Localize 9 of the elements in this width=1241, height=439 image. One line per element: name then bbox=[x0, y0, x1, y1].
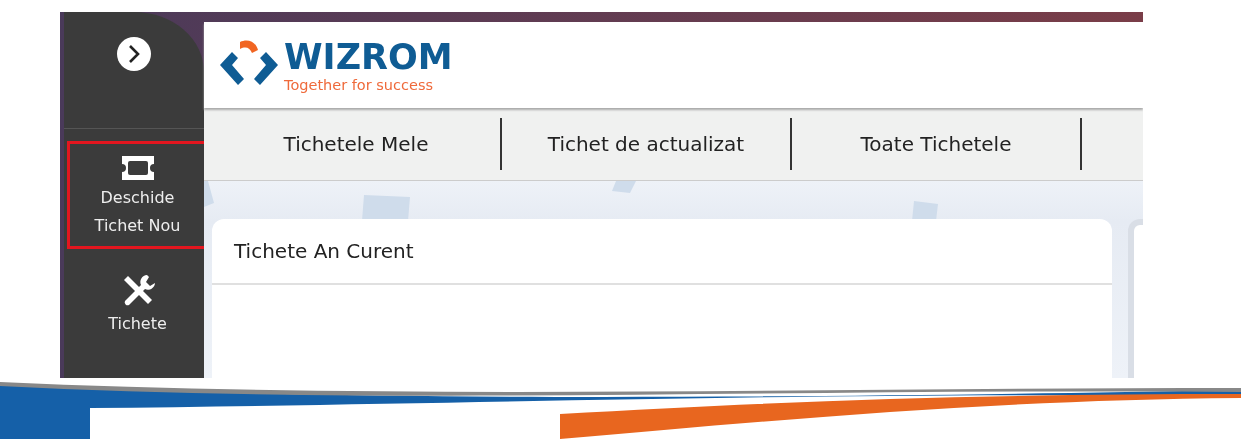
expand-button[interactable] bbox=[117, 37, 151, 71]
logo-tagline: Together for success bbox=[284, 78, 435, 93]
tab[interactable]: Tichet de actualizat bbox=[502, 118, 792, 170]
card-title: Tichete An Curent bbox=[234, 239, 414, 263]
logo-name: WIZROM bbox=[284, 37, 453, 78]
tab[interactable]: Tichetele Mele bbox=[212, 118, 502, 170]
tab[interactable]: Toate Tichetele bbox=[792, 118, 1082, 170]
sidebar-item[interactable]: Tichete bbox=[67, 259, 208, 347]
chevron-right-icon bbox=[127, 44, 141, 64]
